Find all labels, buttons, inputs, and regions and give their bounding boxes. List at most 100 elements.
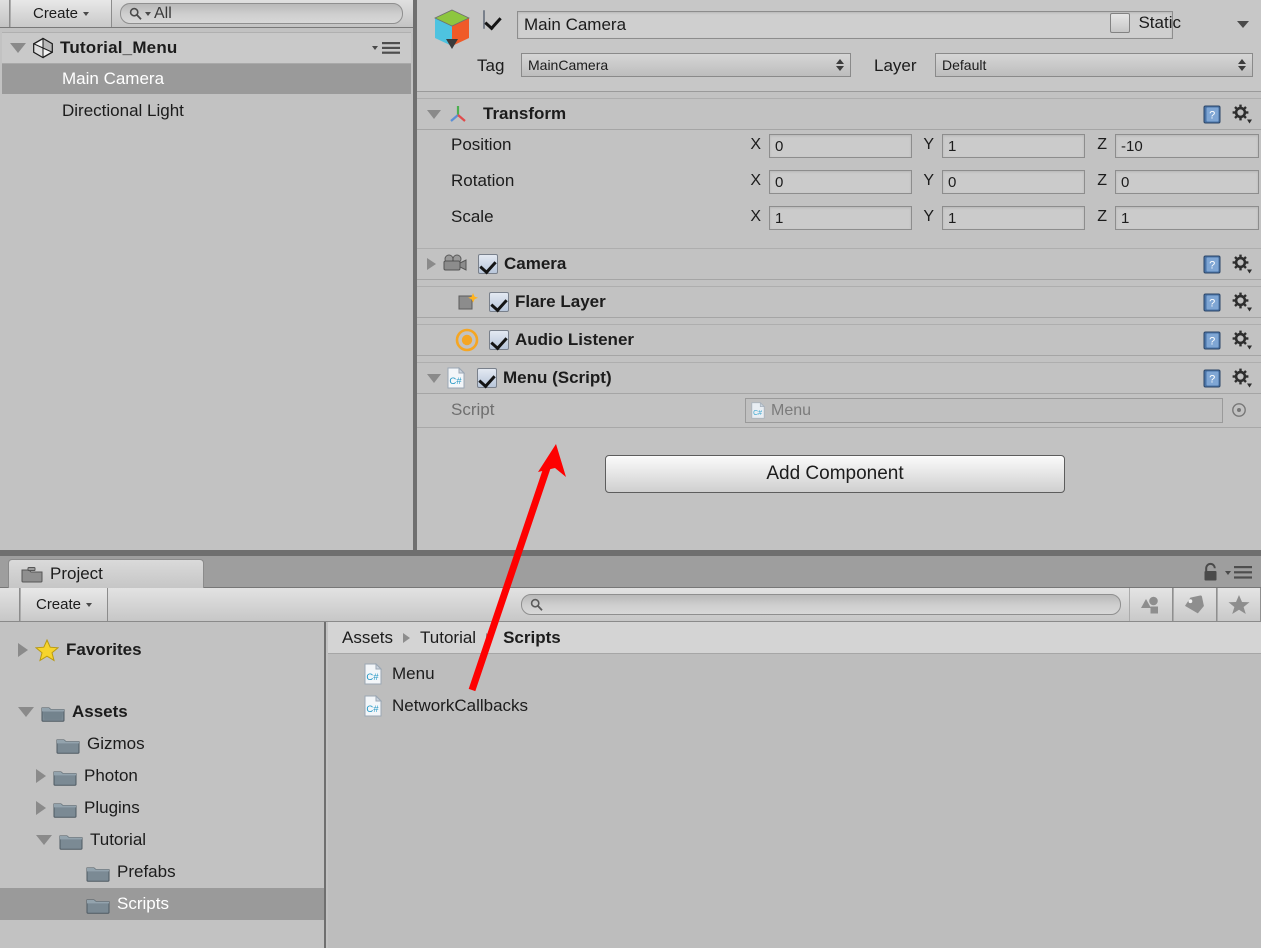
rotation-x-input[interactable]: 0: [769, 170, 912, 194]
scene-name: Tutorial_Menu: [60, 38, 178, 57]
flare-layer-enabled-checkbox[interactable]: [489, 292, 509, 312]
camera-enabled-checkbox[interactable]: [478, 254, 498, 274]
menu-script-enabled-checkbox[interactable]: [477, 368, 497, 388]
hierarchy-create-button[interactable]: Create: [10, 0, 112, 27]
tab-project[interactable]: Project: [8, 559, 204, 588]
project-create-button[interactable]: Create: [20, 588, 108, 621]
filter-favorites-star-icon[interactable]: [1217, 588, 1261, 621]
filter-by-label-icon[interactable]: [1173, 588, 1217, 621]
axis-y-label: Y: [923, 208, 934, 225]
audio-listener-enabled-checkbox[interactable]: [489, 330, 509, 350]
camera-component-header[interactable]: Camera ?: [417, 248, 1261, 280]
tag-label: Tag: [477, 56, 505, 75]
project-panel: Project Create Favorites Assets Gizmos P…: [0, 556, 1261, 948]
chevron-down-icon: [86, 602, 93, 607]
scene-expand-triangle-icon[interactable]: [10, 43, 26, 53]
audio-listener-component-header[interactable]: Audio Listener ?: [417, 324, 1261, 356]
breadcrumb-item-scripts[interactable]: Scripts: [503, 628, 561, 648]
camera-expand-triangle-icon[interactable]: [427, 258, 436, 270]
help-book-icon[interactable]: ?: [1202, 292, 1223, 313]
hierarchy-search-input[interactable]: All: [120, 3, 403, 24]
help-book-icon[interactable]: ?: [1202, 254, 1223, 275]
hierarchy-item-label: Directional Light: [62, 101, 184, 120]
gear-icon[interactable]: [1231, 329, 1253, 351]
chevron-down-icon: [1225, 570, 1231, 575]
position-y-input[interactable]: 1: [942, 134, 1085, 158]
tree-item-tutorial[interactable]: Tutorial: [0, 824, 324, 856]
position-z-value: -10: [1121, 137, 1143, 155]
gameobject-enabled-checkbox[interactable]: [483, 10, 485, 29]
lock-icon[interactable]: [1202, 562, 1219, 582]
help-book-icon[interactable]: ?: [1202, 330, 1223, 351]
svg-text:?: ?: [1209, 259, 1215, 271]
gameobject-name-input[interactable]: Main Camera: [517, 11, 1173, 39]
tree-item-scripts[interactable]: Scripts: [0, 888, 324, 920]
gear-icon[interactable]: [1231, 367, 1253, 389]
hierarchy-panel-menu-button[interactable]: [372, 41, 401, 55]
rotation-y-input[interactable]: 0: [942, 170, 1085, 194]
tree-item-photon[interactable]: Photon: [0, 760, 324, 792]
menu-script-header-actions: ?: [1202, 367, 1253, 389]
position-z-input[interactable]: -10: [1115, 134, 1259, 158]
tree-item-assets[interactable]: Assets: [0, 696, 324, 728]
static-dropdown-chevron-icon[interactable]: [1237, 21, 1249, 28]
axis-x-label: X: [750, 136, 761, 153]
transform-expand-triangle-icon[interactable]: [427, 109, 441, 119]
chevron-down-icon: [83, 11, 90, 16]
flare-layer-component-header[interactable]: Flare Layer ?: [417, 286, 1261, 318]
scale-y-input[interactable]: 1: [942, 206, 1085, 230]
hierarchy-item-directional-light[interactable]: Directional Light: [2, 96, 411, 126]
csharp-script-icon: C#: [364, 695, 382, 717]
add-component-button[interactable]: Add Component: [605, 455, 1065, 493]
search-filter-chevron-icon[interactable]: [145, 11, 151, 16]
folder-icon: [56, 735, 80, 754]
scale-y-value: 1: [948, 209, 957, 227]
panel-splitter-vertical[interactable]: [413, 0, 417, 552]
asset-item-menu[interactable]: C# Menu: [328, 658, 1261, 690]
tree-item-favorites[interactable]: Favorites: [0, 634, 324, 666]
script-object-field[interactable]: C# Menu: [745, 398, 1223, 423]
expand-triangle-icon[interactable]: [36, 835, 52, 845]
tree-item-plugins[interactable]: Plugins: [0, 792, 324, 824]
help-book-icon[interactable]: ?: [1202, 104, 1223, 125]
expand-triangle-icon[interactable]: [36, 769, 46, 783]
position-x-input[interactable]: 0: [769, 134, 912, 158]
scale-x-input[interactable]: 1: [769, 206, 912, 230]
help-book-icon[interactable]: ?: [1202, 368, 1223, 389]
tag-dropdown[interactable]: MainCamera: [521, 53, 851, 77]
filter-by-type-icon[interactable]: [1129, 588, 1173, 621]
menu-script-expand-triangle-icon[interactable]: [427, 373, 441, 383]
menu-script-component-header[interactable]: C# Menu (Script) ?: [417, 362, 1261, 394]
hierarchy-scene-row[interactable]: Tutorial_Menu: [2, 32, 411, 64]
layer-dropdown[interactable]: Default: [935, 53, 1253, 77]
expand-triangle-icon[interactable]: [18, 643, 28, 657]
static-checkbox-group[interactable]: Static: [1110, 13, 1181, 33]
folder-icon: [53, 767, 77, 786]
gear-icon[interactable]: [1231, 253, 1253, 275]
gear-icon[interactable]: [1231, 291, 1253, 313]
gear-icon[interactable]: [1231, 103, 1253, 125]
scale-z-input[interactable]: 1: [1115, 206, 1259, 230]
checkbox-glyph: [483, 10, 485, 29]
project-panel-menu-button[interactable]: [1225, 566, 1253, 579]
axis-x-label: X: [750, 172, 761, 189]
static-checkbox[interactable]: [1110, 13, 1131, 33]
project-search-input[interactable]: [521, 594, 1121, 615]
transform-axis-icon: [447, 103, 469, 125]
dropdown-arrows-icon: [1238, 59, 1246, 71]
expand-triangle-icon[interactable]: [18, 707, 34, 717]
object-picker-icon[interactable]: [1231, 402, 1247, 418]
hierarchy-item-main-camera[interactable]: Main Camera: [2, 64, 411, 94]
hierarchy-toolbar: Create All: [0, 0, 413, 28]
expand-triangle-icon[interactable]: [36, 801, 46, 815]
breadcrumb-item-assets[interactable]: Assets: [342, 628, 393, 648]
tree-item-prefabs[interactable]: Prefabs: [0, 856, 324, 888]
transform-row-label: Position: [451, 135, 512, 154]
rotation-z-input[interactable]: 0: [1115, 170, 1259, 194]
breadcrumb-item-tutorial[interactable]: Tutorial: [420, 628, 476, 648]
asset-item-networkcallbacks[interactable]: C# NetworkCallbacks: [328, 690, 1261, 722]
transform-component-header[interactable]: Transform ?: [417, 98, 1261, 130]
transform-title: Transform: [483, 104, 567, 123]
gameobject-header: Main Camera Static Tag MainCamera Layer …: [417, 0, 1261, 92]
tree-item-gizmos[interactable]: Gizmos: [0, 728, 324, 760]
